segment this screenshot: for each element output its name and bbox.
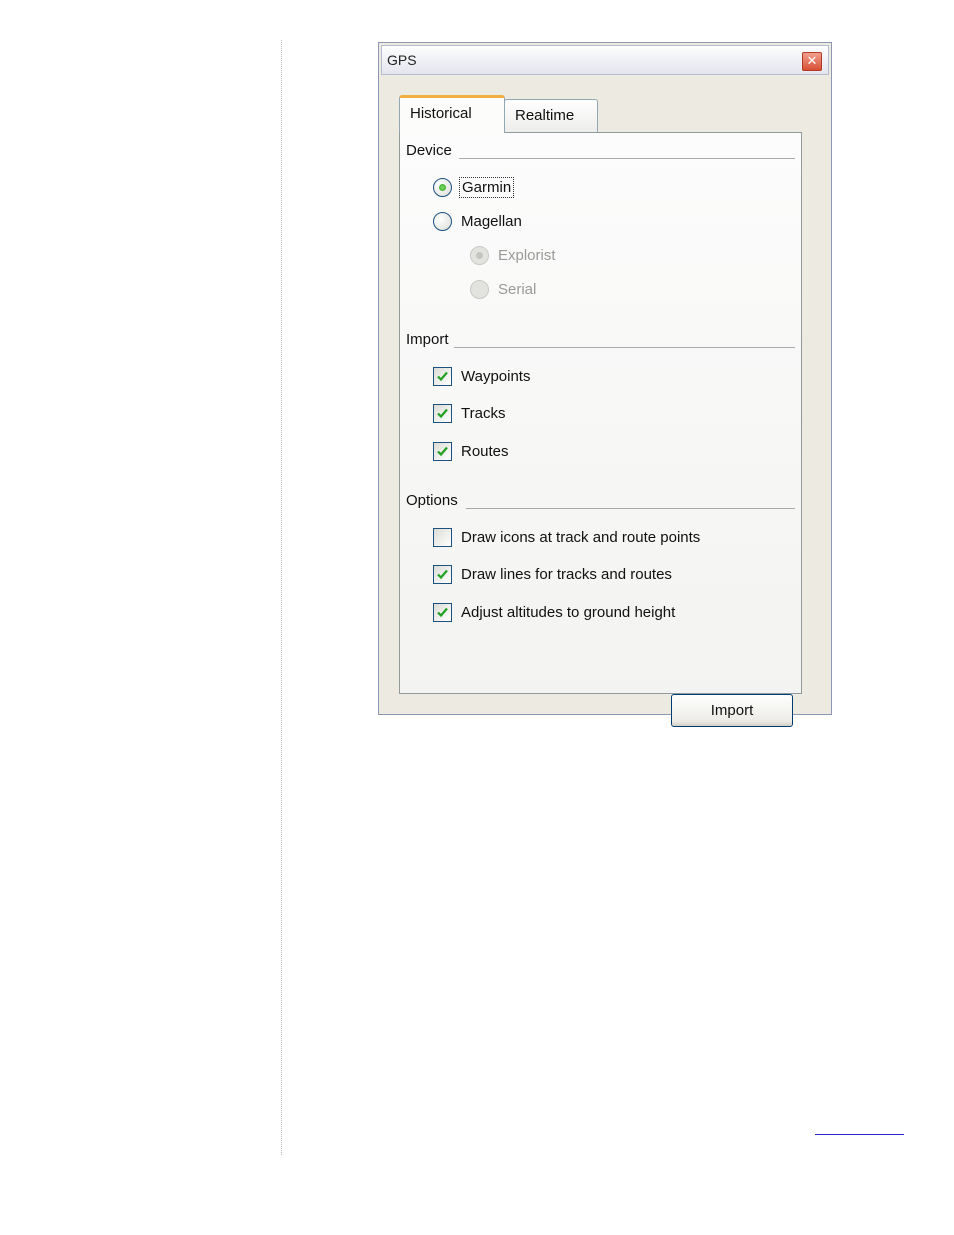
checkbox-label: Waypoints (461, 367, 531, 385)
checkbox-checked[interactable] (433, 366, 452, 386)
import-group-label: Import (406, 331, 449, 348)
checkbox-label: Routes (461, 442, 509, 460)
checkbox-label: Draw lines for tracks and routes (461, 565, 672, 583)
footer-link[interactable] (815, 1120, 904, 1135)
checkbox-waypoints[interactable]: Waypoints (433, 365, 530, 387)
checkbox-tracks[interactable]: Tracks (433, 402, 505, 424)
checkmark-icon (437, 408, 448, 418)
checkbox-unchecked[interactable] (433, 527, 452, 547)
close-button[interactable]: ✕ (802, 52, 822, 71)
radio-button-selected[interactable] (433, 177, 452, 197)
divider (466, 508, 795, 509)
device-group-label: Device (406, 142, 452, 159)
gps-dialog: GPS ✕ Historical Realtime Device Garmin … (378, 42, 832, 727)
radio-garmin[interactable]: Garmin (433, 176, 515, 198)
divider (459, 158, 795, 159)
checkbox-checked[interactable] (433, 602, 452, 622)
window-title: GPS (387, 52, 417, 68)
page-margin-rule (281, 40, 282, 1155)
checkbox-draw-icons[interactable]: Draw icons at track and route points (433, 526, 700, 548)
checkbox-checked[interactable] (433, 403, 452, 423)
radio-button-disabled[interactable] (470, 245, 489, 265)
radio-serial[interactable]: Serial (470, 278, 536, 300)
tab-label: Historical (410, 105, 472, 122)
divider (454, 347, 795, 348)
radio-button[interactable] (433, 211, 452, 231)
historical-panel: Device Garmin Magellan Explorist Serial … (399, 132, 802, 727)
checkmark-icon (437, 569, 448, 579)
checkmark-icon (437, 607, 448, 617)
radio-label: Serial (498, 280, 537, 298)
tab-realtime[interactable]: Realtime (504, 99, 598, 133)
radio-explorist[interactable]: Explorist (470, 244, 556, 266)
options-group-label: Options (406, 492, 458, 509)
radio-label: Garmin (458, 176, 515, 198)
radio-label: Explorist (498, 246, 556, 264)
checkbox-label: Adjust altitudes to ground height (461, 603, 676, 621)
checkmark-icon (437, 371, 448, 381)
radio-button-disabled[interactable] (470, 279, 489, 299)
tab-historical[interactable]: Historical (399, 95, 505, 133)
import-button[interactable]: Import (671, 694, 793, 727)
checkbox-draw-lines[interactable]: Draw lines for tracks and routes (433, 563, 672, 585)
checkbox-checked[interactable] (433, 441, 452, 461)
checkmark-icon (437, 446, 448, 456)
radio-label: Magellan (461, 212, 522, 230)
checkbox-label: Draw icons at track and route points (461, 528, 701, 546)
checkbox-label: Tracks (461, 404, 506, 422)
checkbox-adjust-altitudes[interactable]: Adjust altitudes to ground height (433, 601, 675, 623)
tab-label: Realtime (515, 107, 575, 124)
close-icon: ✕ (806, 54, 818, 69)
checkbox-checked[interactable] (433, 564, 452, 584)
checkbox-routes[interactable]: Routes (433, 440, 509, 462)
radio-magellan[interactable]: Magellan (433, 210, 522, 232)
title-bar[interactable]: GPS ✕ (381, 45, 829, 75)
